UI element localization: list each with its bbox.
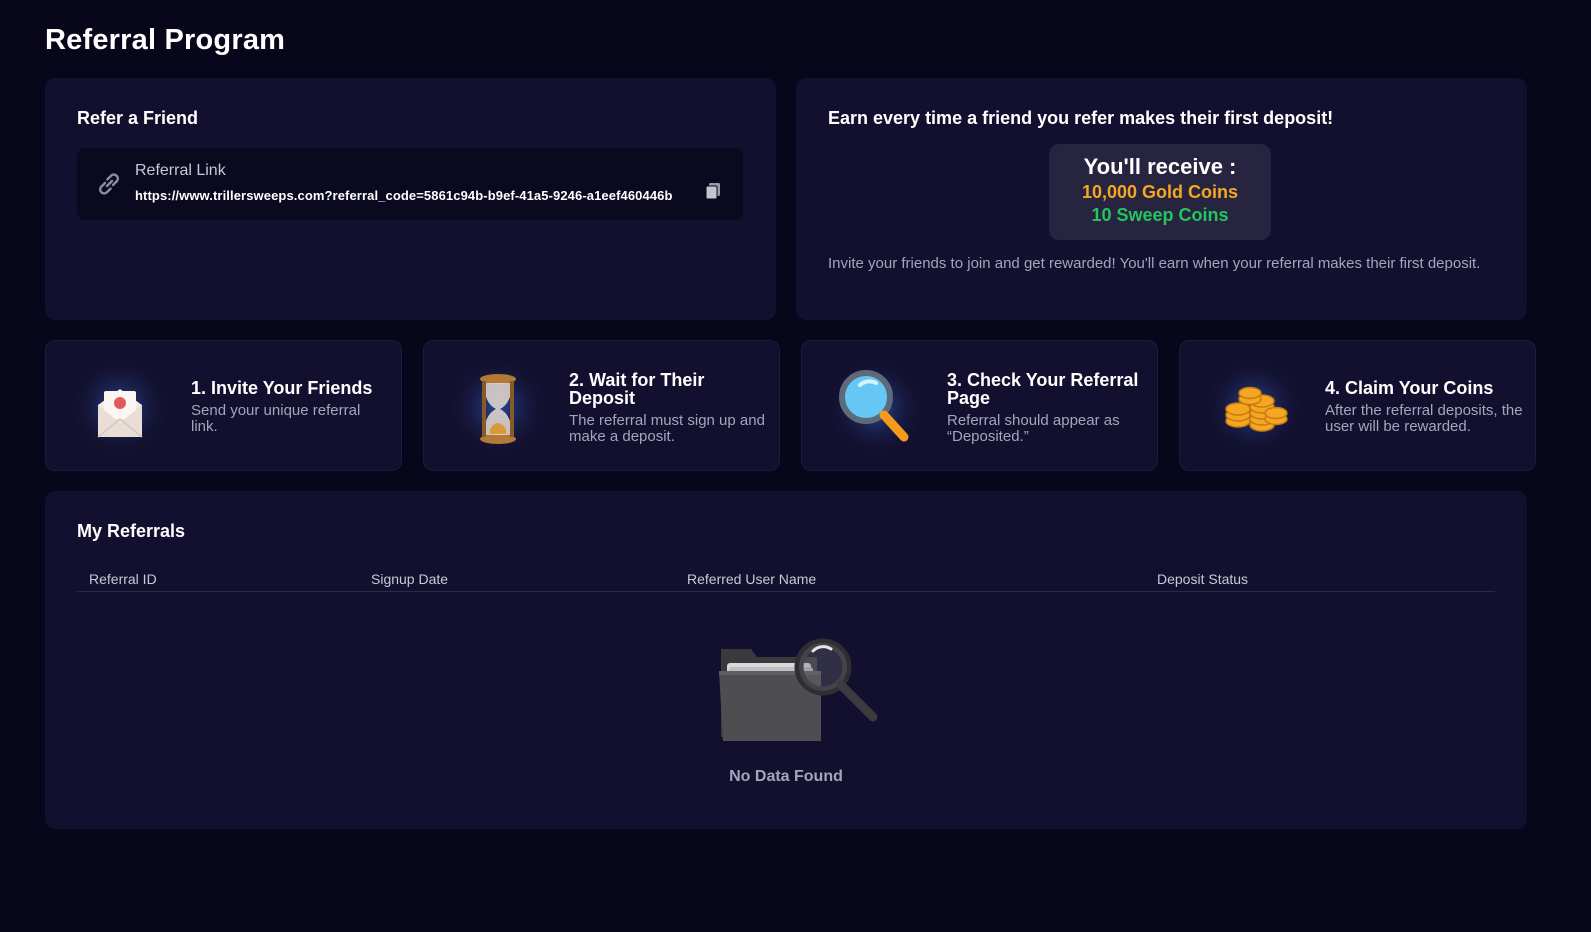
step-card-check: 3. Check Your Referral Page Referral sho… [801,340,1158,471]
referral-link-box: Referral Link https://www.trillersweeps.… [77,148,743,220]
step-description: Send your unique referral link. [191,402,361,435]
earn-description: Invite your friends to join and get rewa… [828,255,1481,272]
sweep-coins-reward: 10 Sweep Coins [1091,205,1229,225]
step-description: Referral should appear as “Deposited.” [947,412,1120,445]
refer-friend-card: Refer a Friend Referral Link https://www… [45,78,776,320]
reward-title: You'll receive : [1083,154,1237,179]
reward-box: You'll receive : 10,000 Gold Coins 10 Sw… [1049,144,1271,240]
column-header-referral-id: Referral ID [89,571,157,587]
step-card-wait: 2. Wait for Their Deposit The referral m… [423,340,780,471]
empty-state-text: No Data Found [729,768,843,785]
hourglass-icon [448,357,548,457]
refer-friend-heading: Refer a Friend [77,108,199,128]
column-header-deposit-status: Deposit Status [1157,571,1249,587]
page-title: Referral Program [45,24,286,56]
step-card-claim: 4. Claim Your Coins After the referral d… [1179,340,1536,471]
magnifier-icon [826,357,926,457]
step-description: The referral must sign up and make a dep… [569,412,765,445]
copy-icon[interactable] [705,182,721,200]
step-title: 4. Claim Your Coins [1325,378,1494,398]
step-title: 3. Check Your Referral Page [947,370,1139,408]
column-header-signup-date: Signup Date [371,571,449,587]
referrals-table-header: Referral ID Signup Date Referred User Na… [77,563,1495,592]
column-header-referred-user-name: Referred User Name [687,571,817,587]
link-icon [99,173,119,195]
referral-link-label: Referral Link [135,162,226,179]
step-description: After the referral deposits, the user wi… [1325,402,1523,435]
gold-coins-reward: 10,000 Gold Coins [1081,182,1239,202]
earn-heading: Earn every time a friend you refer makes… [828,108,1334,128]
step-title: 1. Invite Your Friends [191,378,373,398]
my-referrals-heading: My Referrals [77,521,186,541]
empty-folder-icon [719,638,878,741]
my-referrals-card: My Referrals Referral ID Signup Date Ref… [45,491,1527,829]
envelope-icon [70,357,170,457]
step-card-invite: 1. Invite Your Friends Send your unique … [45,340,402,471]
referral-link-url[interactable]: https://www.trillersweeps.com?referral_c… [135,188,673,203]
earn-card: Earn every time a friend you refer makes… [796,78,1527,320]
step-title: 2. Wait for Their Deposit [569,370,705,408]
coins-icon [1204,357,1304,457]
